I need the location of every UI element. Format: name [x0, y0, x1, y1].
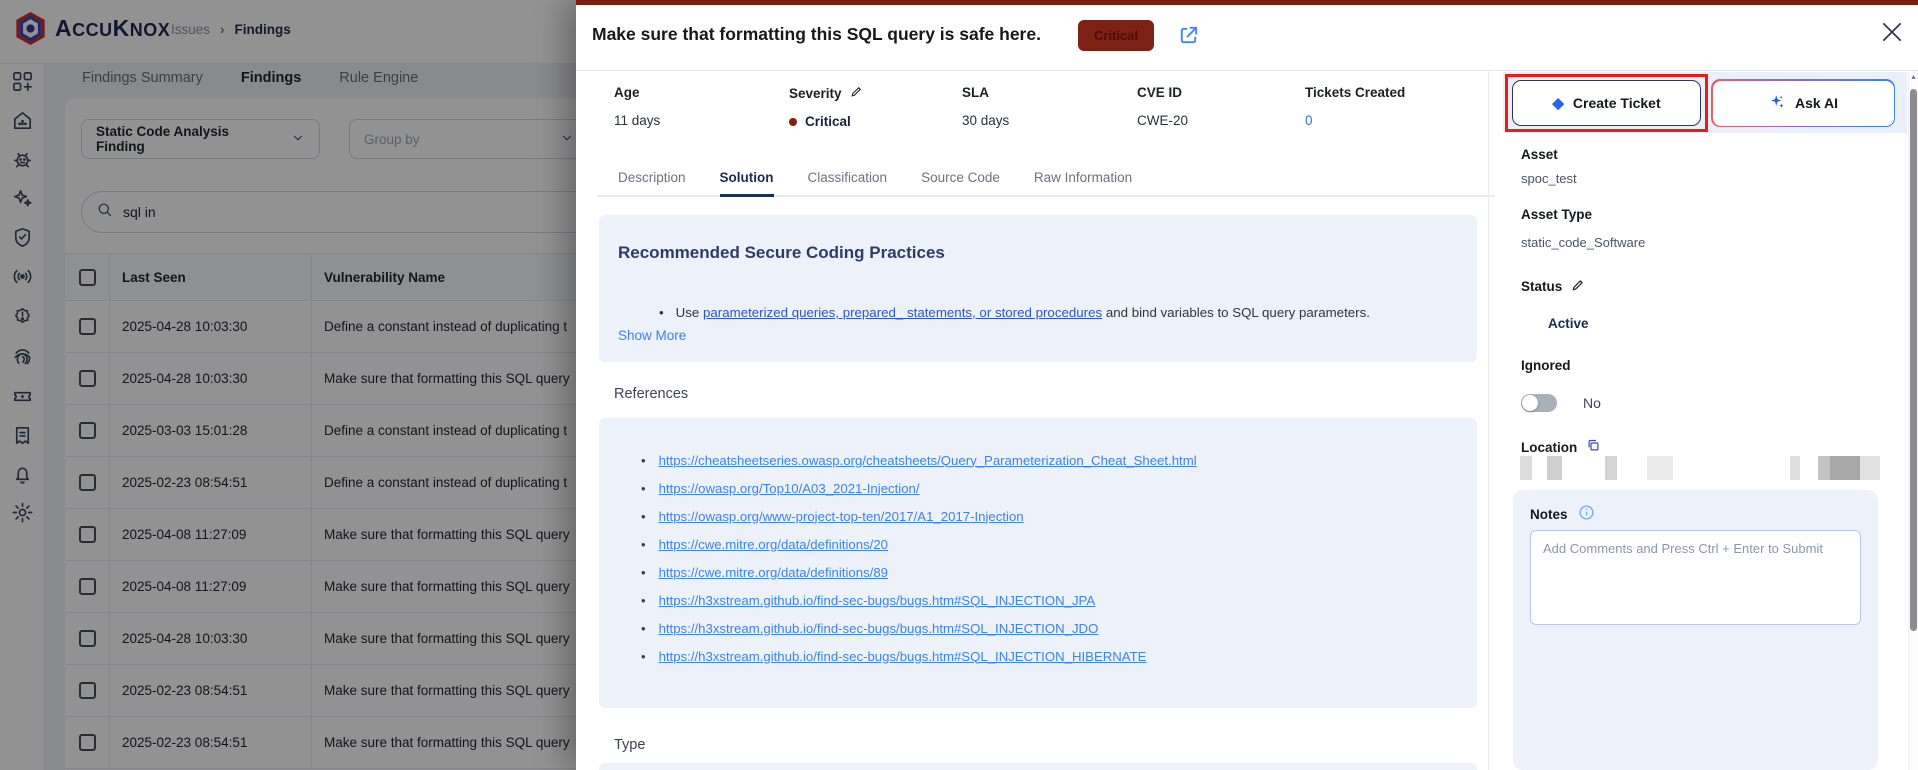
- edit-severity-icon[interactable]: [850, 85, 863, 101]
- solution-heading: Recommended Secure Coding Practices: [618, 243, 945, 262]
- show-more-link[interactable]: Show More: [618, 328, 686, 343]
- finding-fields: Age 11 days Severity Critical SLA 30 day…: [576, 71, 1496, 165]
- finding-detail-dialog: Make sure that formatting this SQL query…: [576, 0, 1918, 770]
- asset-type-label: Asset Type: [1521, 207, 1593, 222]
- tab-classification[interactable]: Classification: [808, 163, 888, 195]
- detail-tabs: Description Solution Classification Sour…: [597, 163, 1495, 197]
- scrollbar-up-arrow[interactable]: ▲: [1909, 74, 1918, 81]
- reference-link[interactable]: https://owasp.org/www-project-top-ten/20…: [659, 509, 1024, 524]
- tab-solution[interactable]: Solution: [719, 163, 774, 197]
- references-panel: • https://cheatsheetseries.owasp.org/chea…: [599, 418, 1477, 708]
- ignored-toggle[interactable]: [1521, 394, 1557, 412]
- dialog-scrollbar[interactable]: ▲: [1908, 71, 1918, 770]
- ignored-label: Ignored: [1521, 358, 1571, 373]
- solution-panel: Recommended Secure Coding Practices • Use…: [599, 215, 1477, 362]
- reference-link-item: • https://h3xstream.github.io/find-sec-bu…: [641, 620, 1099, 636]
- notes-textarea[interactable]: [1530, 530, 1861, 625]
- reference-link[interactable]: https://h3xstream.github.io/find-sec-bug…: [659, 649, 1147, 664]
- redacted-block: [1790, 456, 1800, 480]
- diamond-icon: ◆: [1552, 95, 1564, 112]
- redacted-block: [1830, 456, 1860, 480]
- reference-link[interactable]: https://h3xstream.github.io/find-sec-bug…: [659, 593, 1096, 608]
- notes-panel: Notes: [1513, 490, 1878, 770]
- reference-link-item: • https://h3xstream.github.io/find-sec-bu…: [641, 592, 1096, 608]
- severity-badge: Critical: [1078, 20, 1154, 51]
- solution-bullet: • Use parameterized queries, prepared_ st…: [659, 305, 1370, 320]
- asset-type-value: static_code_Software: [1521, 235, 1646, 250]
- ask-ai-button[interactable]: Ask AI: [1711, 79, 1895, 127]
- field-tickets-created: Tickets Created 0: [1305, 85, 1406, 128]
- redacted-block: [1547, 456, 1562, 480]
- notes-label: Notes: [1530, 504, 1595, 524]
- asset-value: spoc_test: [1521, 171, 1577, 186]
- scrollbar-thumb[interactable]: [1910, 89, 1917, 631]
- finding-title: Make sure that formatting this SQL query…: [592, 24, 1041, 44]
- copy-icon[interactable]: [1586, 438, 1601, 456]
- asset-label: Asset: [1521, 147, 1558, 162]
- info-icon[interactable]: [1578, 504, 1595, 524]
- field-severity: Severity Critical: [789, 85, 863, 129]
- sparkle-icon: [1768, 93, 1786, 114]
- reference-link[interactable]: https://cheatsheetseries.owasp.org/cheat…: [659, 453, 1197, 468]
- field-cve-id: CVE ID CWE-20: [1137, 85, 1189, 128]
- redacted-block: [1647, 456, 1673, 480]
- dialog-column-divider: [1488, 71, 1489, 770]
- reference-link[interactable]: https://cwe.mitre.org/data/definitions/8…: [659, 565, 888, 580]
- reference-link[interactable]: https://h3xstream.github.io/find-sec-bug…: [659, 621, 1099, 636]
- tab-source-code[interactable]: Source Code: [921, 163, 1000, 195]
- status-value: Active: [1548, 316, 1589, 331]
- severity-dot: [789, 117, 797, 126]
- references-heading: References: [614, 386, 689, 402]
- ignored-value: No: [1583, 395, 1601, 411]
- create-ticket-button[interactable]: ◆ Create Ticket: [1512, 80, 1701, 126]
- close-icon[interactable]: [1878, 18, 1906, 46]
- status-label: Status: [1521, 278, 1585, 295]
- tab-description[interactable]: Description: [618, 163, 686, 195]
- tab-raw-information[interactable]: Raw Information: [1034, 163, 1132, 195]
- reference-link-item: • https://cwe.mitre.org/data/definitions/…: [641, 564, 888, 580]
- references-list: • https://cheatsheetseries.owasp.org/chea…: [641, 446, 1197, 670]
- reference-link-item: • https://cwe.mitre.org/data/definitions/…: [641, 536, 888, 552]
- reference-link-item: • https://owasp.org/www-project-top-ten/2…: [641, 508, 1024, 524]
- field-sla: SLA 30 days: [962, 85, 1010, 128]
- edit-status-icon[interactable]: [1571, 278, 1585, 295]
- redacted-block: [1818, 456, 1830, 480]
- tickets-count[interactable]: 0: [1305, 113, 1405, 128]
- location-label: Location: [1521, 438, 1601, 456]
- type-heading: Type: [614, 737, 646, 753]
- reference-link-item: • https://owasp.org/Top10/A03_2021-Inject…: [641, 480, 920, 496]
- reference-link[interactable]: https://cwe.mitre.org/data/definitions/2…: [659, 537, 888, 552]
- redacted-block: [1520, 456, 1532, 480]
- redacted-block: [1860, 456, 1880, 480]
- reference-link-item: • https://h3xstream.github.io/find-sec-bu…: [641, 648, 1147, 664]
- dialog-header: Make sure that formatting this SQL query…: [576, 5, 1918, 71]
- type-panel: [599, 763, 1477, 770]
- solution-link[interactable]: parameterized queries, prepared_ stateme…: [703, 305, 1102, 320]
- field-age: Age 11 days: [614, 85, 661, 128]
- screen: ACCUKNOX Issues › Findings Findings Summ…: [0, 0, 1918, 770]
- redacted-block: [1605, 456, 1617, 480]
- external-link-icon[interactable]: [1177, 24, 1200, 47]
- reference-link[interactable]: https://owasp.org/Top10/A03_2021-Injecti…: [659, 481, 920, 496]
- reference-link-item: • https://cheatsheetseries.owasp.org/chea…: [641, 452, 1197, 468]
